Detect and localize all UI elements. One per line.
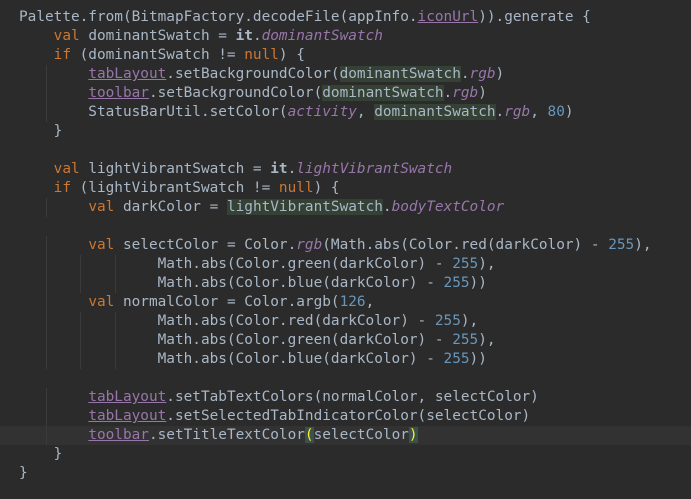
code-line-text: StatusBarUtil.setColor(activity, dominan… bbox=[19, 104, 574, 120]
code-line-text: Math.abs(Color.green(darkColor) - 255), bbox=[19, 332, 496, 348]
code-line-text: } bbox=[19, 446, 63, 462]
code-editor[interactable]: Palette.from(BitmapFactory.decodeFile(ap… bbox=[0, 0, 691, 499]
code-line[interactable] bbox=[0, 141, 691, 160]
code-line[interactable]: if (lightVibrantSwatch != null) { bbox=[0, 179, 691, 198]
code-line[interactable] bbox=[0, 369, 691, 388]
code-line[interactable]: StatusBarUtil.setColor(activity, dominan… bbox=[0, 103, 691, 122]
code-line-text: Math.abs(Color.blue(darkColor) - 255)) bbox=[19, 351, 487, 367]
code-line[interactable]: Math.abs(Color.green(darkColor) - 255), bbox=[0, 331, 691, 350]
code-line-text: toolbar.setTitleTextColor(selectColor) bbox=[88, 427, 418, 443]
code-line-text: val darkColor = lightVibrantSwatch.bodyT… bbox=[88, 199, 505, 215]
code-line-text: tabLayout.setTabTextColors(normalColor, … bbox=[88, 389, 539, 405]
code-line-text: if (dominantSwatch != null) { bbox=[53, 47, 305, 63]
code-line-text: tabLayout.setSelectedTabIndicatorColor(s… bbox=[88, 408, 531, 424]
code-line[interactable]: } bbox=[0, 445, 691, 464]
code-line-text: Math.abs(Color.blue(darkColor) - 255)) bbox=[19, 275, 487, 291]
code-line-text: if (lightVibrantSwatch != null) { bbox=[53, 180, 340, 196]
code-line-text: Math.abs(Color.red(darkColor) - 255), bbox=[19, 313, 479, 329]
code-line[interactable] bbox=[0, 217, 691, 236]
code-line[interactable]: val lightVibrantSwatch = it.lightVibrant… bbox=[0, 160, 691, 179]
code-line[interactable]: val normalColor = Color.argb(126, bbox=[0, 293, 691, 312]
code-line[interactable]: tabLayout.setTabTextColors(normalColor, … bbox=[0, 388, 691, 407]
code-line-text: tabLayout.setBackgroundColor(dominantSwa… bbox=[88, 66, 505, 82]
code-line-text: Math.abs(Color.green(darkColor) - 255), bbox=[19, 256, 496, 272]
code-line-text: val dominantSwatch = it.dominantSwatch bbox=[53, 28, 383, 44]
code-line[interactable]: val dominantSwatch = it.dominantSwatch bbox=[0, 27, 691, 46]
code-line[interactable]: Math.abs(Color.red(darkColor) - 255), bbox=[0, 312, 691, 331]
code-line[interactable]: } bbox=[0, 122, 691, 141]
code-line[interactable]: tabLayout.setSelectedTabIndicatorColor(s… bbox=[0, 407, 691, 426]
code-line[interactable]: Math.abs(Color.blue(darkColor) - 255)) bbox=[0, 274, 691, 293]
code-line[interactable]: Math.abs(Color.blue(darkColor) - 255)) bbox=[0, 350, 691, 369]
code-line[interactable]: toolbar.setBackgroundColor(dominantSwatc… bbox=[0, 84, 691, 103]
code-line[interactable]: Palette.from(BitmapFactory.decodeFile(ap… bbox=[0, 8, 691, 27]
code-line-text: Palette.from(BitmapFactory.decodeFile(ap… bbox=[19, 9, 591, 25]
code-line[interactable]: val darkColor = lightVibrantSwatch.bodyT… bbox=[0, 198, 691, 217]
code-line-text: toolbar.setBackgroundColor(dominantSwatc… bbox=[88, 85, 487, 101]
code-line-text: val lightVibrantSwatch = it.lightVibrant… bbox=[53, 161, 453, 177]
code-line[interactable]: tabLayout.setBackgroundColor(dominantSwa… bbox=[0, 65, 691, 84]
code-line-text: val selectColor = Color.rgb(Math.abs(Col… bbox=[88, 237, 652, 253]
code-line[interactable]: if (dominantSwatch != null) { bbox=[0, 46, 691, 65]
code-line[interactable]: } bbox=[0, 464, 691, 483]
code-line-text: } bbox=[19, 123, 63, 139]
code-line-text: val normalColor = Color.argb(126, bbox=[88, 294, 375, 310]
code-line[interactable]: val selectColor = Color.rgb(Math.abs(Col… bbox=[0, 236, 691, 255]
code-line[interactable]: Math.abs(Color.green(darkColor) - 255), bbox=[0, 255, 691, 274]
code-line[interactable]: toolbar.setTitleTextColor(selectColor) bbox=[0, 426, 691, 445]
code-line-text: } bbox=[19, 465, 28, 481]
